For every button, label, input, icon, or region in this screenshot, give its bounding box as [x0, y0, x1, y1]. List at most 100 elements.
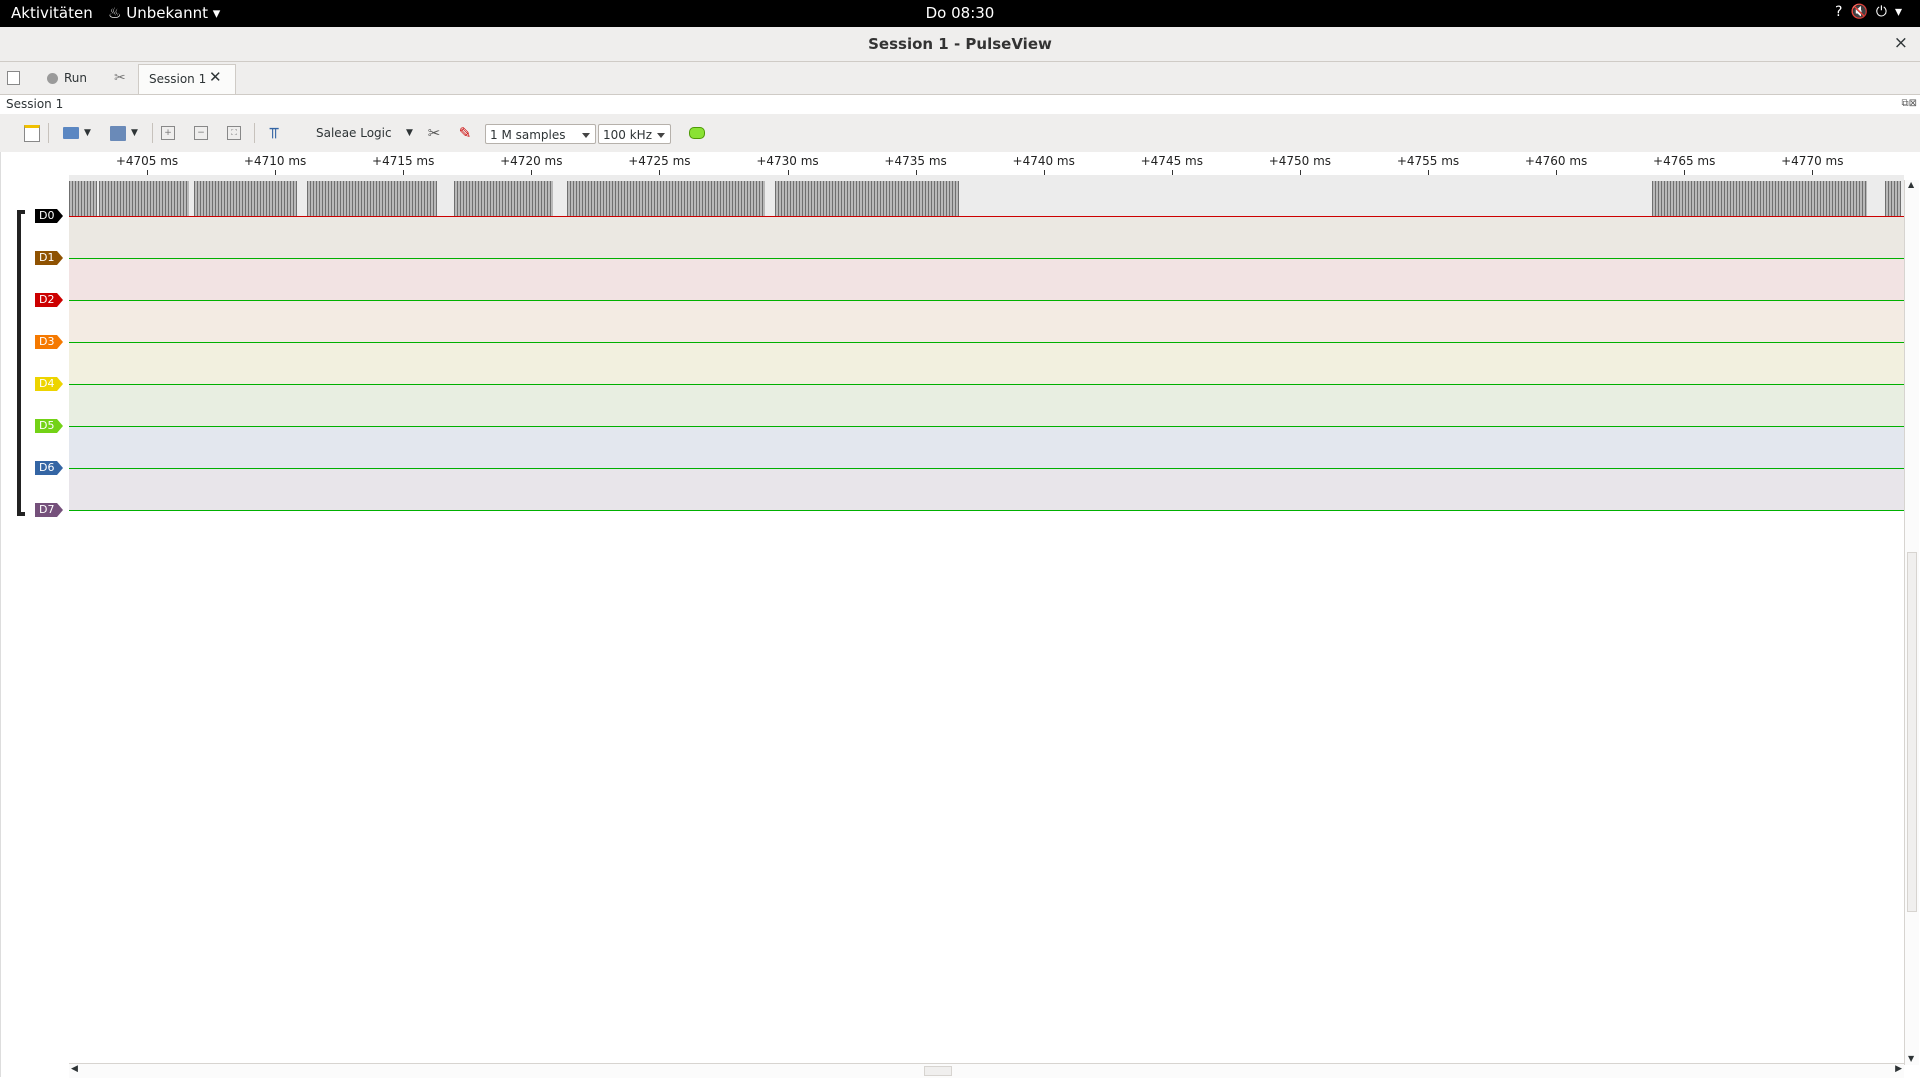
- ruler-tick-label: +4705 ms: [115, 154, 179, 168]
- settings-button[interactable]: ✂: [114, 67, 126, 89]
- trace-d7[interactable]: [69, 469, 1904, 511]
- window-title: Session 1 - PulseView: [868, 35, 1052, 53]
- run-button[interactable]: Run: [47, 67, 87, 89]
- pulse-burst: [69, 181, 97, 216]
- channel-label-d4[interactable]: D4: [35, 377, 63, 391]
- ruler-tick-label: +4765 ms: [1653, 154, 1716, 168]
- samples-value: 1 M samples: [490, 128, 566, 142]
- channels-config-button[interactable]: ✎: [455, 123, 475, 143]
- arrow-down-icon[interactable]: ▼: [1908, 1054, 1914, 1063]
- pulse-burst: [775, 181, 959, 216]
- arrow-up-icon[interactable]: ▲: [1908, 180, 1914, 189]
- horizontal-scrollbar[interactable]: ◀ ▶: [69, 1063, 1904, 1078]
- trace-d5[interactable]: [69, 385, 1904, 427]
- pulse-burst: [1885, 181, 1901, 216]
- window-close-button[interactable]: ×: [1894, 33, 1908, 53]
- arrow-right-icon[interactable]: ▶: [1895, 1064, 1902, 1074]
- chevron-down-icon: ▾: [1894, 4, 1910, 20]
- channel-name: D5: [39, 419, 55, 432]
- probe-icon: ✎: [458, 124, 472, 142]
- system-tray[interactable]: ?🔇⏻▾: [1835, 4, 1910, 20]
- zoom-in-button[interactable]: +: [158, 123, 178, 143]
- zoom-in-icon: +: [161, 126, 175, 140]
- device-name: Saleae Logic: [316, 126, 392, 140]
- session-toolbar: ▼ ▼ + − ⛶ ⫪ Saleae Logic ▼ ✂ ✎ 1 M sampl…: [0, 114, 1920, 152]
- trace-d0[interactable]: [69, 175, 1904, 217]
- tab-session-1[interactable]: Session 1 ✕: [138, 64, 236, 94]
- channel-name: D2: [39, 293, 55, 306]
- save-button[interactable]: ▼: [104, 123, 144, 143]
- volume-muted-icon: 🔇: [1850, 4, 1876, 20]
- channel-label-d6[interactable]: D6: [35, 461, 63, 475]
- zoom-fit-button[interactable]: ⛶: [224, 123, 244, 143]
- arrow-left-icon[interactable]: ◀: [71, 1064, 78, 1074]
- ruler-tick-label: +4715 ms: [372, 154, 435, 168]
- new-session-button[interactable]: [22, 123, 42, 143]
- samplerate-select[interactable]: 100 kHz: [598, 124, 671, 144]
- chevron-down-icon: ▼: [131, 128, 138, 138]
- chevron-down-icon: ▼: [406, 128, 413, 138]
- vertical-scrollbar-thumb[interactable]: [1907, 552, 1917, 912]
- cursors-icon: ⫪: [269, 124, 279, 142]
- ruler-tick-label: +4735 ms: [884, 154, 947, 168]
- channel-label-d5[interactable]: D5: [35, 419, 63, 433]
- toolbar-separator: [48, 123, 49, 143]
- device-selector[interactable]: Saleae Logic ▼: [316, 123, 416, 143]
- add-decoder-button[interactable]: [685, 123, 709, 143]
- close-dock-icon[interactable]: ⊠: [1909, 98, 1917, 109]
- gnome-top-bar: Aktivitäten ♨ Unbekannt ▾ Do 08:30 ?🔇⏻▾: [0, 0, 1920, 27]
- ruler-tick-label: +4770 ms: [1781, 154, 1844, 168]
- open-button[interactable]: ▼: [60, 123, 94, 143]
- float-dock-icon[interactable]: ⧉: [1901, 98, 1908, 109]
- folder-open-icon: [63, 127, 80, 139]
- channel-label-d3[interactable]: D3: [35, 335, 63, 349]
- app-icon: ♨: [108, 4, 122, 22]
- activities-button[interactable]: Aktivitäten: [11, 4, 93, 22]
- samples-select[interactable]: 1 M samples: [485, 124, 596, 144]
- ruler-tick-label: +4760 ms: [1524, 154, 1588, 168]
- window-titlebar: Session 1 - PulseView ×: [0, 27, 1920, 62]
- clock[interactable]: Do 08:30: [0, 4, 1920, 22]
- channel-label-d1[interactable]: D1: [35, 251, 63, 265]
- pulse-burst: [307, 181, 437, 216]
- channel-group-bracket[interactable]: [17, 210, 25, 516]
- channel-label-d7[interactable]: D7: [35, 503, 63, 517]
- samplerate-value: 100 kHz: [603, 128, 652, 142]
- ruler-tick-label: +4745 ms: [1140, 154, 1203, 168]
- channel-name: D7: [39, 503, 55, 516]
- show-cursors-button[interactable]: ⫪: [262, 123, 286, 143]
- channel-label-d2[interactable]: D2: [35, 293, 63, 307]
- trace-d2[interactable]: [69, 259, 1904, 301]
- run-status-icon: [47, 72, 58, 84]
- toolbar-separator: [254, 123, 255, 143]
- channel-name: D4: [39, 377, 55, 390]
- pulse-burst: [454, 181, 553, 216]
- horizontal-scrollbar-thumb[interactable]: [924, 1066, 952, 1076]
- app-menu[interactable]: ♨ Unbekannt ▾: [108, 4, 220, 22]
- channel-name: D1: [39, 251, 55, 264]
- trace-d1[interactable]: [69, 217, 1904, 259]
- pulse-burst: [99, 181, 189, 216]
- device-config-button[interactable]: ✂: [424, 123, 444, 143]
- ruler-tick-label: +4755 ms: [1396, 154, 1460, 168]
- vertical-scrollbar[interactable]: ▲ ▼: [1904, 180, 1919, 1065]
- ruler-tick-label: +4750 ms: [1268, 154, 1332, 168]
- network-icon: ?: [1835, 4, 1851, 20]
- channel-name: D6: [39, 461, 55, 474]
- ruler-tick-label: +4710 ms: [243, 154, 307, 168]
- app-menu-label: Unbekannt: [126, 4, 208, 22]
- chevron-down-icon: ▾: [212, 4, 221, 22]
- pulse-burst: [1652, 181, 1867, 216]
- close-tab-icon[interactable]: ✕: [209, 68, 222, 86]
- new-view-button[interactable]: [7, 67, 20, 89]
- run-label: Run: [64, 71, 88, 85]
- trace-d3[interactable]: [69, 301, 1904, 343]
- trace-d4[interactable]: [69, 343, 1904, 385]
- ruler-tick-label: +4740 ms: [1012, 154, 1075, 168]
- decoder-icon: [689, 127, 705, 139]
- trace-d6[interactable]: [69, 427, 1904, 469]
- tab-session-label: Session 1: [149, 72, 207, 86]
- channel-label-d0[interactable]: D0: [35, 209, 63, 223]
- signal-bursts: [69, 181, 1904, 216]
- zoom-out-button[interactable]: −: [191, 123, 211, 143]
